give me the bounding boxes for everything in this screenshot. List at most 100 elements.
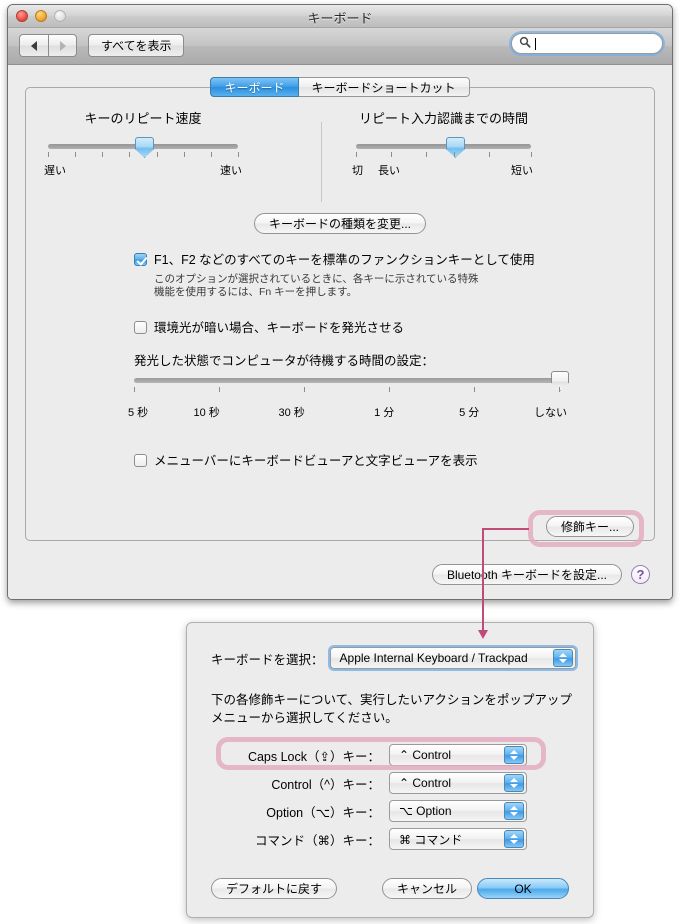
- select-keyboard-popup[interactable]: Apple Internal Keyboard / Trackpad: [329, 647, 576, 669]
- option-row: Option（⌥）キー： ⌥ Option: [187, 797, 593, 825]
- delay-min-label: 長い: [378, 165, 400, 177]
- dialog-description-line1: 下の各修飾キーについて、実行したいアクションをポップアップ: [211, 693, 572, 707]
- illumination-tick-0: 5 秒: [128, 407, 149, 419]
- option-label: Option（⌥）キー：: [266, 805, 380, 820]
- fkey-checkbox-row[interactable]: F1、F2 などのすべてのキーを標準のファンクションキーとして使用: [134, 253, 535, 267]
- callout-arrowhead-icon: [478, 630, 488, 639]
- key-repeat-rate-max-label: 速い: [220, 165, 242, 177]
- modifier-keys-dialog: キーボードを選択： Apple Internal Keyboard / Trac…: [186, 622, 594, 918]
- show-all-label: すべてを表示: [101, 39, 172, 53]
- fkey-checkbox[interactable]: [134, 253, 147, 266]
- illumination-slider-ticks: [134, 387, 560, 396]
- illumination-checkbox[interactable]: [134, 321, 147, 334]
- control-value: ⌃ Control: [399, 776, 452, 790]
- preferences-content: キーボード キーボードショートカット キーのリピート速度 遅い 速い リピート入…: [8, 65, 672, 599]
- keyboard-pane: キーのリピート速度 遅い 速い リピート入力認識までの時間 切 長い 短い キー…: [25, 87, 655, 541]
- restore-defaults-label: デフォルトに戻す: [226, 882, 323, 896]
- chevron-updown-icon: [504, 774, 524, 792]
- caps-lock-popup[interactable]: ⌃ Control: [389, 744, 527, 766]
- viewer-checkbox[interactable]: [134, 454, 147, 467]
- illumination-tick-3: 1 分: [374, 407, 395, 419]
- callout-line-horizontal: [482, 528, 529, 530]
- tab-keyboard-shortcuts-label: キーボードショートカット: [311, 80, 456, 95]
- illumination-checkbox-label: 環境光が暗い場合、キーボードを発光させる: [154, 321, 405, 335]
- delay-off-label: 切: [352, 165, 363, 177]
- illumination-slider-label: 発光した状態でコンピュータが待機する時間の設定：: [134, 354, 435, 368]
- illumination-checkbox-row[interactable]: 環境光が暗い場合、キーボードを発光させる: [134, 321, 404, 335]
- change-keyboard-type-row: キーボードの種類を変更...: [26, 213, 654, 234]
- change-keyboard-type-button[interactable]: キーボードの種類を変更...: [253, 213, 426, 234]
- cancel-label: キャンセル: [396, 882, 457, 896]
- control-row: Control（^）キー： ⌃ Control: [187, 769, 593, 797]
- dialog-buttons: デフォルトに戻す キャンセル OK: [187, 878, 593, 900]
- show-all-button[interactable]: すべてを表示: [88, 34, 185, 57]
- setup-bluetooth-keyboard-button[interactable]: Bluetooth キーボードを設定...: [431, 564, 622, 585]
- chevron-updown-icon: [504, 746, 524, 764]
- bottom-button-row: Bluetooth キーボードを設定... ?: [431, 564, 650, 585]
- delay-until-repeat-ticks: [356, 152, 532, 161]
- control-label: Control（^）キー：: [271, 777, 380, 792]
- delay-max-label: 短い: [511, 165, 533, 177]
- help-button-label: ?: [636, 567, 645, 582]
- fkey-checkbox-label: F1、F2 などのすべてのキーを標準のファンクションキーとして使用: [154, 253, 535, 267]
- illumination-tick-4: 5 分: [459, 407, 480, 419]
- sliders-divider: [321, 122, 322, 202]
- search-field[interactable]: [511, 33, 663, 54]
- chevron-updown-icon: [552, 649, 573, 667]
- help-button[interactable]: ?: [631, 565, 650, 584]
- command-popup[interactable]: ⌘ コマンド: [389, 828, 527, 850]
- modifier-rows: Caps Lock（⇪）キー： ⌃ Control Control（^）キー： …: [187, 741, 593, 853]
- viewer-checkbox-row[interactable]: メニューバーにキーボードビューアと文字ビューアを表示: [134, 454, 478, 468]
- illumination-tick-2: 30 秒: [278, 407, 305, 419]
- command-row: コマンド（⌘）キー： ⌘ コマンド: [187, 825, 593, 853]
- key-repeat-rate-track[interactable]: [48, 137, 238, 158]
- delay-until-repeat-track[interactable]: [356, 137, 531, 158]
- chevron-left-icon: [31, 40, 37, 51]
- keyboard-preferences-window: キーボード すべてを表示 キーボード キーボードショートカット キーのリピート速…: [7, 4, 673, 600]
- dialog-description-line2: メニューから選択してください。: [211, 711, 398, 725]
- key-repeat-rate-end-labels: 遅い 速い: [44, 162, 242, 177]
- modifier-keys-button[interactable]: 修飾キー...: [545, 516, 634, 537]
- ok-label: OK: [514, 881, 532, 896]
- window-titlebar: キーボード: [8, 5, 672, 28]
- search-icon: [519, 36, 531, 51]
- fkey-description-line1: このオプションが選択されているときに、各キーに示されている特殊: [154, 273, 479, 285]
- illumination-tick-5: しない: [534, 407, 567, 419]
- delay-until-repeat-end-labels: 切 長い 短い: [352, 162, 533, 177]
- fkey-description: このオプションが選択されているときに、各キーに示されている特殊 機能を使用するに…: [154, 273, 479, 299]
- search-input[interactable]: [536, 36, 646, 51]
- command-label: コマンド（⌘）キー：: [254, 833, 380, 848]
- viewer-checkbox-label: メニューバーにキーボードビューアと文字ビューアを表示: [154, 454, 478, 468]
- navigation-buttons: [19, 34, 77, 57]
- delay-until-repeat-title: リピート入力認識までの時間: [358, 111, 528, 126]
- setup-bluetooth-keyboard-label: Bluetooth キーボードを設定...: [446, 568, 607, 582]
- forward-button[interactable]: [48, 34, 77, 57]
- tab-keyboard[interactable]: キーボード: [210, 77, 299, 97]
- illumination-slider-tick-labels: 5 秒 10 秒 30 秒 1 分 5 分 しない: [128, 404, 567, 419]
- change-keyboard-type-label: キーボードの種類を変更...: [268, 217, 411, 231]
- key-repeat-rate-title: キーのリピート速度: [84, 111, 202, 126]
- option-popup[interactable]: ⌥ Option: [389, 800, 527, 822]
- caps-lock-row: Caps Lock（⇪）キー： ⌃ Control: [187, 741, 593, 769]
- illumination-slider-track[interactable]: [134, 378, 559, 383]
- illumination-slider[interactable]: 5 秒 10 秒 30 秒 1 分 5 分 しない: [128, 371, 569, 419]
- select-keyboard-row: キーボードを選択： Apple Internal Keyboard / Trac…: [211, 647, 576, 669]
- control-popup[interactable]: ⌃ Control: [389, 772, 527, 794]
- tab-keyboard-shortcuts[interactable]: キーボードショートカット: [298, 77, 470, 97]
- ok-button[interactable]: OK: [477, 878, 569, 899]
- dialog-description: 下の各修飾キーについて、実行したいアクションをポップアップ メニューから選択して…: [211, 691, 579, 727]
- caps-lock-label: Caps Lock（⇪）キー：: [247, 749, 380, 764]
- tab-bar: キーボード キーボードショートカット: [8, 77, 672, 97]
- command-value: ⌘ コマンド: [399, 832, 463, 847]
- key-repeat-rate-slider-block: キーのリピート速度 遅い 速い: [44, 108, 242, 177]
- key-repeat-rate-min-label: 遅い: [44, 165, 66, 177]
- caps-lock-value: ⌃ Control: [399, 748, 452, 762]
- sliders-row: キーのリピート速度 遅い 速い リピート入力認識までの時間 切 長い 短い: [26, 108, 654, 203]
- back-button[interactable]: [19, 34, 48, 57]
- restore-defaults-button[interactable]: デフォルトに戻す: [211, 878, 338, 899]
- toolbar: すべてを表示: [8, 28, 672, 65]
- cancel-button[interactable]: キャンセル: [381, 878, 472, 899]
- select-keyboard-label: キーボードを選択：: [211, 652, 324, 667]
- chevron-updown-icon: [504, 802, 524, 820]
- tab-keyboard-label: キーボード: [224, 80, 285, 95]
